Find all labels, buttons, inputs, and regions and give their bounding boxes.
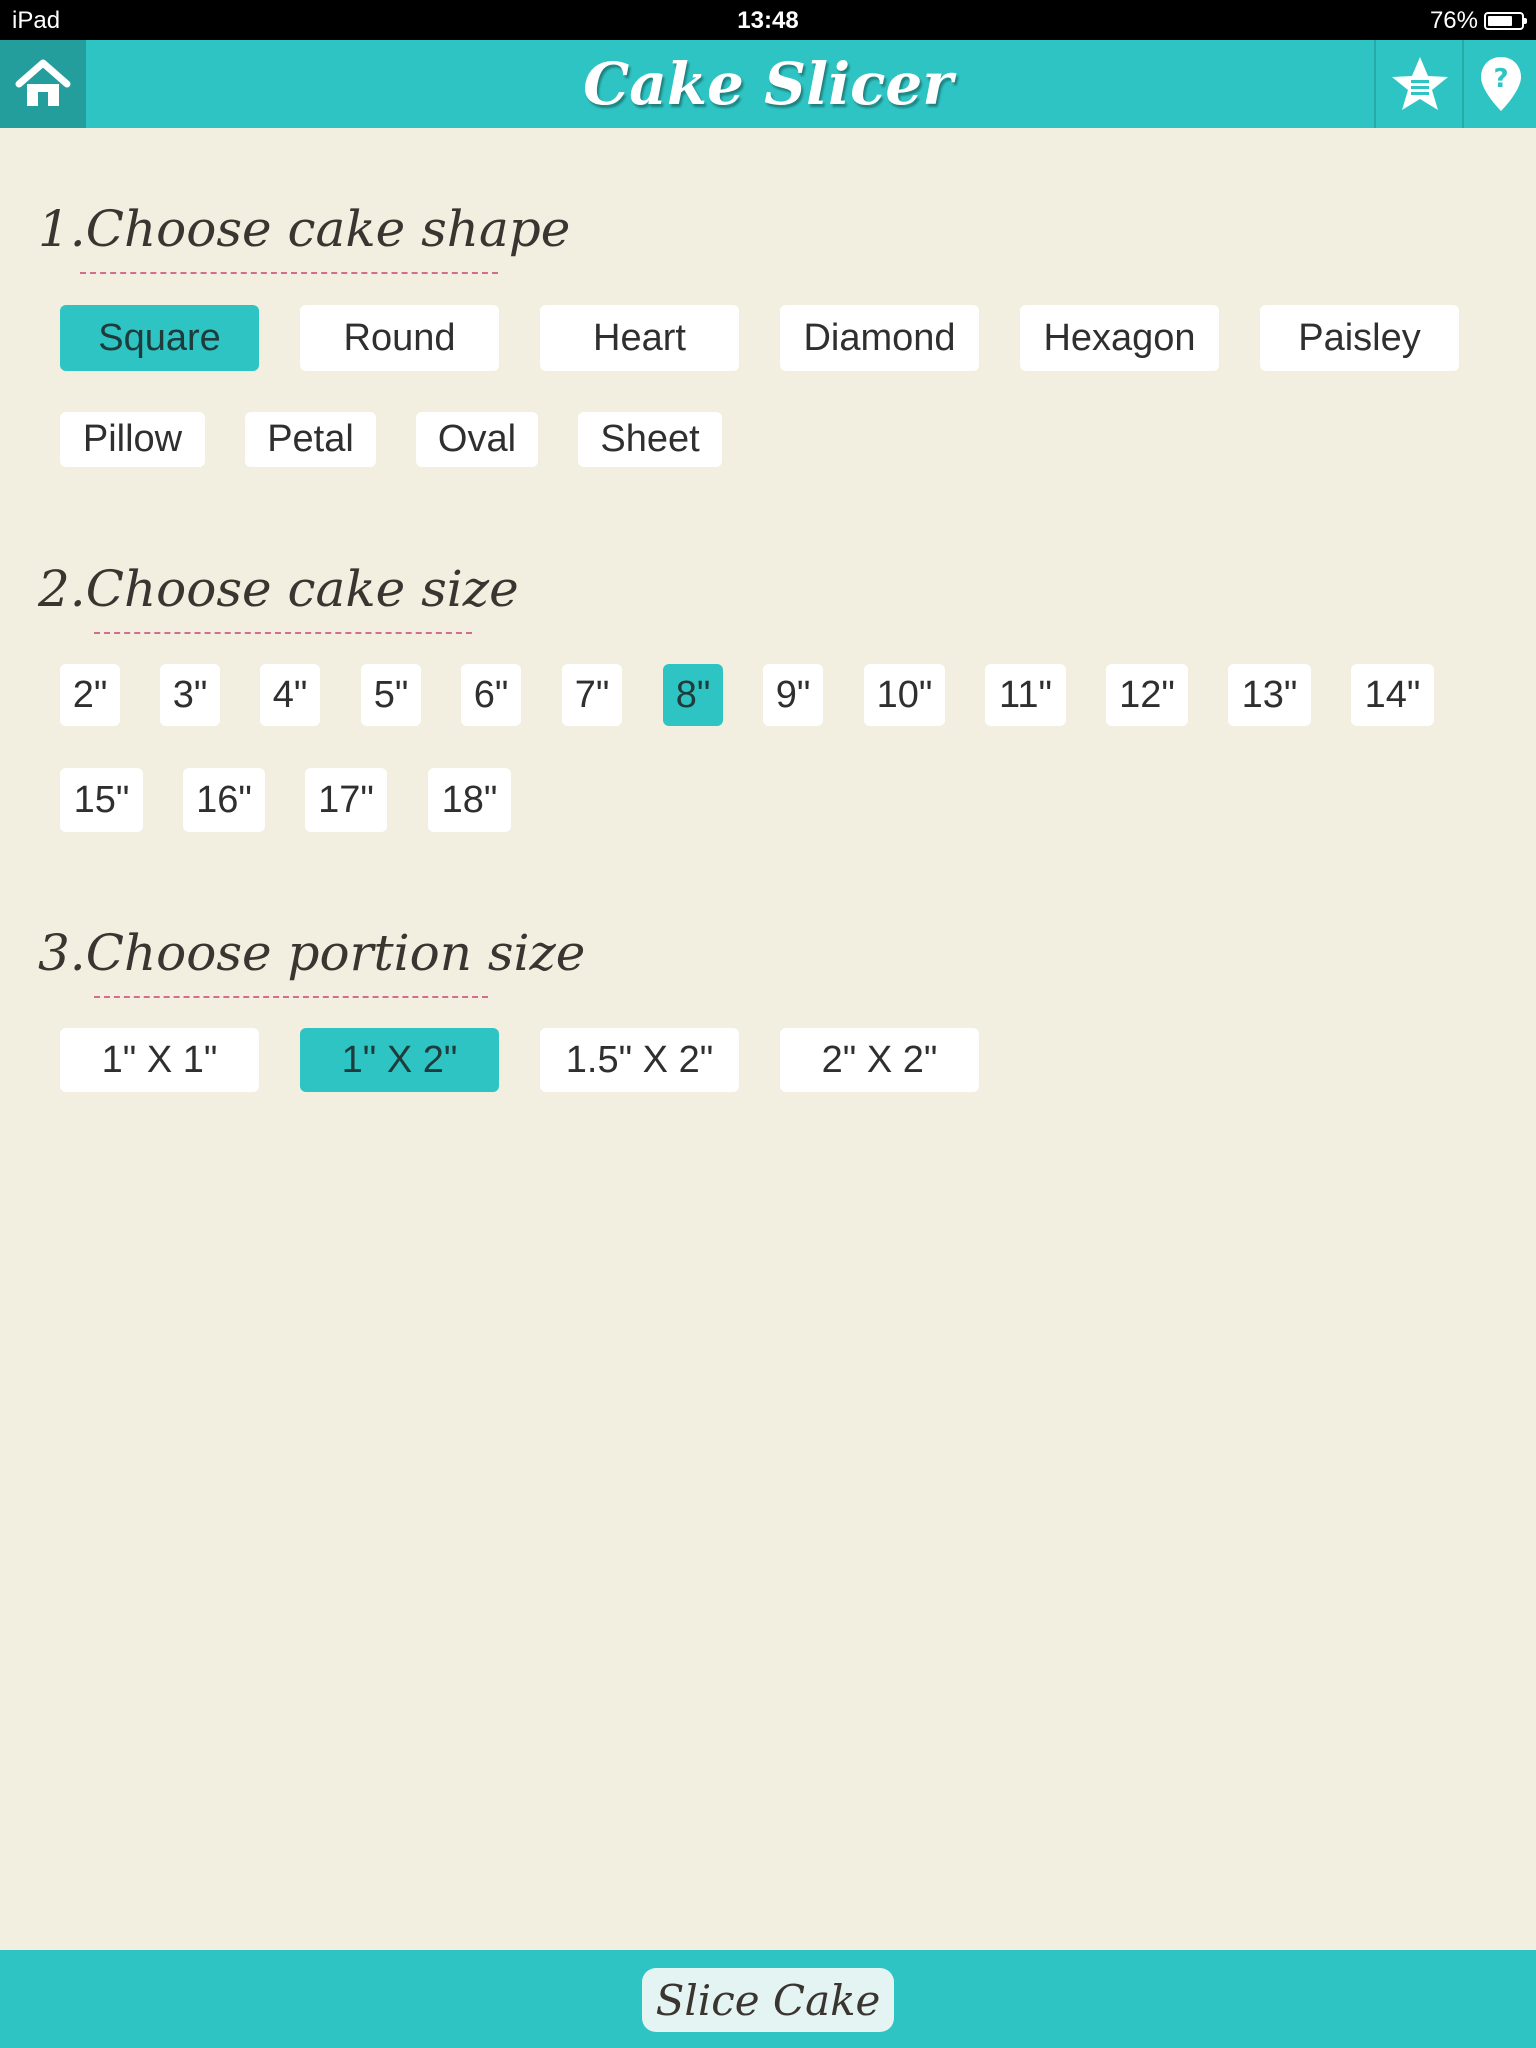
shape-option[interactable]: Sheet xyxy=(578,412,722,467)
section-portion-title: Choose portion size xyxy=(85,924,586,982)
size-option[interactable]: 18" xyxy=(428,768,511,832)
section-portion-underline xyxy=(94,996,488,998)
battery-percent: 76% xyxy=(1429,7,1478,34)
section-shape-number: 1. xyxy=(38,200,86,258)
size-option[interactable]: 9" xyxy=(763,664,823,726)
size-option[interactable]: 14" xyxy=(1351,664,1434,726)
section-portion-number: 3. xyxy=(38,924,86,982)
size-option[interactable]: 5" xyxy=(361,664,421,726)
size-option[interactable]: 12" xyxy=(1106,664,1188,726)
size-option[interactable]: 10" xyxy=(864,664,945,726)
app-title: Cake Slicer xyxy=(583,50,953,118)
home-button[interactable] xyxy=(0,40,86,128)
home-icon xyxy=(15,59,71,106)
star-list-icon xyxy=(1392,57,1448,110)
shape-option[interactable]: Pillow xyxy=(60,412,205,467)
app-header: Cake Slicer ? xyxy=(0,40,1536,128)
battery-icon xyxy=(1484,12,1527,30)
battery-indicator: 76% xyxy=(1429,7,1527,35)
size-option[interactable]: 2" xyxy=(60,664,120,726)
svg-text:?: ? xyxy=(1493,64,1508,94)
size-option[interactable]: 13" xyxy=(1228,664,1311,726)
size-option[interactable]: 6" xyxy=(461,664,521,726)
shape-option[interactable]: Oval xyxy=(416,412,538,467)
status-bar: iPad 13:48 76% xyxy=(0,0,1536,40)
size-option[interactable]: 4" xyxy=(260,664,320,726)
portion-option[interactable]: 2" X 2" xyxy=(780,1028,979,1092)
shape-option[interactable]: Paisley xyxy=(1260,305,1459,371)
shape-option[interactable]: Hexagon xyxy=(1020,305,1219,371)
portion-option[interactable]: 1" X 1" xyxy=(60,1028,259,1092)
size-option[interactable]: 11" xyxy=(985,664,1066,726)
section-size-underline xyxy=(94,632,472,634)
size-option[interactable]: 8" xyxy=(663,664,723,726)
section-size-number: 2. xyxy=(38,560,86,618)
portion-option[interactable]: 1.5" X 2" xyxy=(540,1028,739,1092)
help-button[interactable]: ? xyxy=(1462,40,1536,128)
favorites-button[interactable] xyxy=(1374,40,1464,128)
size-option[interactable]: 16" xyxy=(183,768,265,832)
shape-option[interactable]: Diamond xyxy=(780,305,979,371)
size-option[interactable]: 15" xyxy=(60,768,143,832)
shape-option[interactable]: Petal xyxy=(245,412,376,467)
slice-cake-button[interactable]: Slice Cake xyxy=(642,1968,894,2032)
help-pin-icon: ? xyxy=(1481,57,1521,111)
section-size-heading: 2.Choose cake size xyxy=(38,560,519,634)
section-size-title: Choose cake size xyxy=(85,560,519,618)
section-portion-heading: 3.Choose portion size xyxy=(38,924,586,998)
size-option[interactable]: 17" xyxy=(305,768,387,832)
bottom-bar: Slice Cake xyxy=(0,1950,1536,2048)
section-shape-heading: 1.Choose cake shape xyxy=(38,200,571,274)
portion-option[interactable]: 1" X 2" xyxy=(300,1028,499,1092)
section-shape-underline xyxy=(80,272,498,274)
shape-option[interactable]: Square xyxy=(60,305,259,371)
shape-option[interactable]: Round xyxy=(300,305,499,371)
size-option[interactable]: 3" xyxy=(160,664,220,726)
status-time: 13:48 xyxy=(737,7,799,34)
size-option[interactable]: 7" xyxy=(562,664,622,726)
shape-option[interactable]: Heart xyxy=(540,305,739,371)
section-shape-title: Choose cake shape xyxy=(85,200,571,258)
